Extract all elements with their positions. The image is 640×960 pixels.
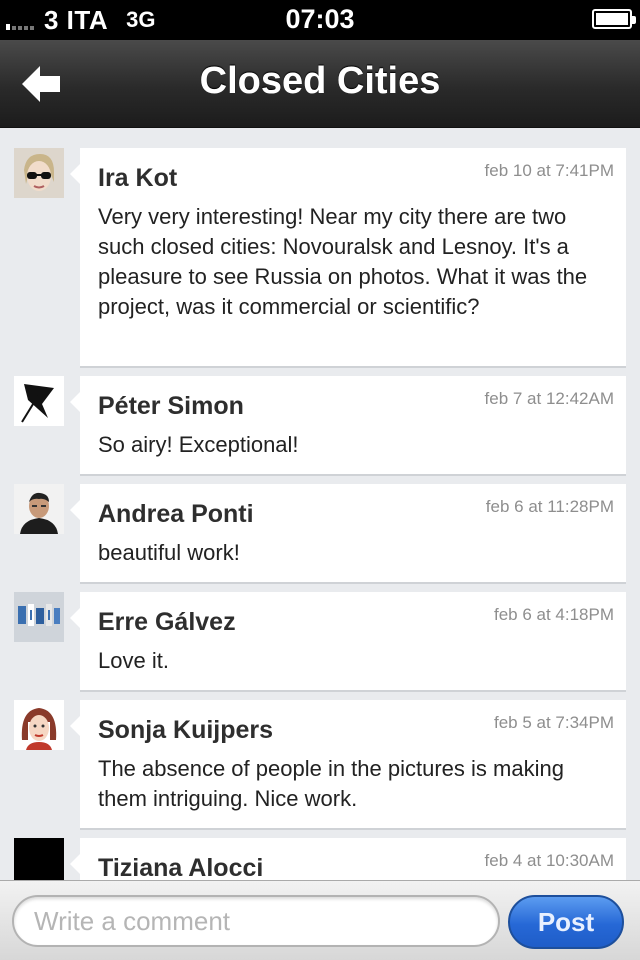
- comment-author[interactable]: Sonja Kuijpers: [98, 716, 273, 745]
- avatar[interactable]: [14, 376, 64, 426]
- comment-timestamp: feb 4 at 10:30AM: [484, 851, 614, 870]
- avatar[interactable]: [14, 838, 64, 880]
- comment-card: Andrea Ponti feb 6 at 11:28PM beautiful …: [70, 484, 626, 584]
- comment-text: beautiful work!: [98, 540, 240, 565]
- navigation-bar: Closed Cities: [0, 40, 640, 128]
- comment-timestamp: feb 6 at 11:28PM: [485, 497, 614, 516]
- comment-item: Erre Gálvez feb 6 at 4:18PM Love it.: [0, 572, 640, 692]
- comment-timestamp: feb 10 at 7:41PM: [484, 161, 614, 180]
- comment-timestamp: feb 7 at 12:42AM: [484, 389, 614, 408]
- comment-author[interactable]: Andrea Ponti: [98, 500, 254, 529]
- avatar[interactable]: [14, 700, 64, 750]
- comment-text: So airy! Exceptional!: [98, 432, 299, 457]
- comment-text: Love it.: [98, 648, 169, 673]
- comment-author[interactable]: Tiziana Alocci: [98, 854, 263, 880]
- comment-author[interactable]: Erre Gálvez: [98, 608, 236, 637]
- comment-input[interactable]: [12, 895, 500, 947]
- avatar[interactable]: [14, 484, 64, 534]
- comment-item: Tiziana Alocci feb 4 at 10:30AM: [0, 818, 640, 880]
- comment-card: Erre Gálvez feb 6 at 4:18PM Love it.: [70, 592, 626, 692]
- comment-timestamp: feb 5 at 7:34PM: [493, 713, 614, 732]
- comment-author[interactable]: Ira Kot: [98, 164, 177, 193]
- comment-timestamp: feb 6 at 4:18PM: [493, 605, 614, 624]
- status-bar: 3 ITA 3G 07:03: [0, 0, 640, 40]
- comment-text: The absence of people in the pictures is…: [98, 756, 564, 811]
- comment-card: Péter Simon feb 7 at 12:42AM So airy! Ex…: [70, 376, 626, 476]
- post-button[interactable]: Post: [508, 895, 624, 949]
- comment-text: Very very interesting! Near my city ther…: [98, 204, 588, 319]
- status-time: 07:03: [285, 4, 355, 34]
- comment-card: Ira Kot feb 10 at 7:41PM Very very inter…: [70, 148, 626, 368]
- comment-item: Péter Simon feb 7 at 12:42AM So airy! Ex…: [0, 356, 640, 476]
- comment-card: Sonja Kuijpers feb 5 at 7:34PM The absen…: [70, 700, 626, 830]
- comment-item: Sonja Kuijpers feb 5 at 7:34PM The absen…: [0, 680, 640, 830]
- comment-input-bar: Post: [0, 880, 640, 960]
- avatar[interactable]: [14, 148, 64, 198]
- comment-item: Andrea Ponti feb 6 at 11:28PM beautiful …: [0, 464, 640, 584]
- page-title: Closed Cities: [199, 60, 441, 102]
- comments-list[interactable]: Ira Kot feb 10 at 7:41PM Very very inter…: [0, 128, 640, 880]
- battery-icon: [592, 9, 636, 29]
- comment-author[interactable]: Péter Simon: [98, 392, 244, 421]
- comment-card: Tiziana Alocci feb 4 at 10:30AM: [70, 838, 626, 880]
- avatar[interactable]: [14, 592, 64, 642]
- comment-item: Ira Kot feb 10 at 7:41PM Very very inter…: [0, 128, 640, 368]
